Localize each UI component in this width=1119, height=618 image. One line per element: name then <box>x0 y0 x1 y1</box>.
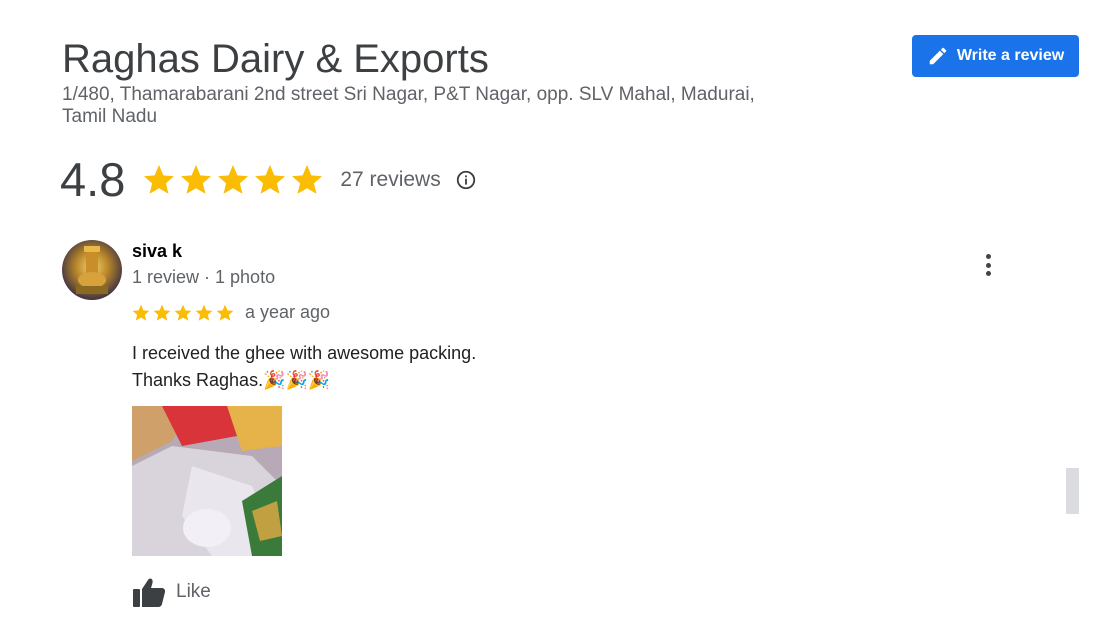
scrollbar-thumb[interactable] <box>1066 468 1079 514</box>
reviewer-name[interactable]: siva k <box>132 241 182 262</box>
reviewer-avatar[interactable] <box>62 240 122 300</box>
star-icon <box>174 304 192 321</box>
review-stars: a year ago <box>131 302 330 323</box>
info-icon[interactable] <box>455 169 477 191</box>
review-time: a year ago <box>245 302 331 322</box>
star-icon <box>195 304 213 321</box>
like-button[interactable]: Like <box>132 576 211 608</box>
write-review-label: Write a review <box>956 47 1065 64</box>
review-count[interactable]: 27 reviews <box>340 168 440 192</box>
address-line-2: Tamil Nadu <box>62 106 158 127</box>
star-icon <box>132 304 150 321</box>
star-icon <box>255 165 286 194</box>
address-line-1: 1/480, Thamarabarani 2nd street Sri Naga… <box>62 84 755 105</box>
like-label: Like <box>176 581 211 602</box>
review-photo[interactable] <box>132 406 282 556</box>
reviewer-meta: 1 review · 1 photo <box>132 267 276 287</box>
avatar-image <box>62 240 122 300</box>
star-icon <box>218 165 249 194</box>
more-dot <box>985 262 991 268</box>
write-review-button[interactable]: Write a review <box>912 35 1079 77</box>
review-text-line-1: I received the ghee with awesome packing… <box>132 343 477 363</box>
business-address: 1/480, Thamarabarani 2nd street Sri Naga… <box>62 84 802 128</box>
more-dot <box>985 271 991 276</box>
star-icon <box>181 165 212 194</box>
pencil-icon <box>929 47 947 65</box>
party-popper-emoji: 🎉🎉🎉 <box>263 370 331 390</box>
rating-stars <box>141 162 326 198</box>
rating-value: 4.8 <box>60 153 126 206</box>
review-photo-image <box>132 406 282 556</box>
review-text-line-2-text: Thanks Raghas. <box>132 370 264 390</box>
star-icon <box>153 304 171 321</box>
star-icon <box>292 165 323 194</box>
rating-summary: 4.8 27 reviews <box>60 150 477 210</box>
thumbs-up-icon <box>133 578 166 607</box>
review-text: I received the ghee with awesome packing… <box>132 340 476 394</box>
review-text-line-2: Thanks Raghas.🎉🎉🎉 <box>132 367 476 394</box>
more-vertical-icon[interactable] <box>976 252 1000 278</box>
more-dot <box>985 254 991 259</box>
star-icon <box>216 304 234 321</box>
star-icon <box>144 165 175 194</box>
business-name: Raghas Dairy & Exports <box>62 37 489 81</box>
reviews-page: Raghas Dairy & Exports 1/480, Thamarabar… <box>0 0 1119 618</box>
